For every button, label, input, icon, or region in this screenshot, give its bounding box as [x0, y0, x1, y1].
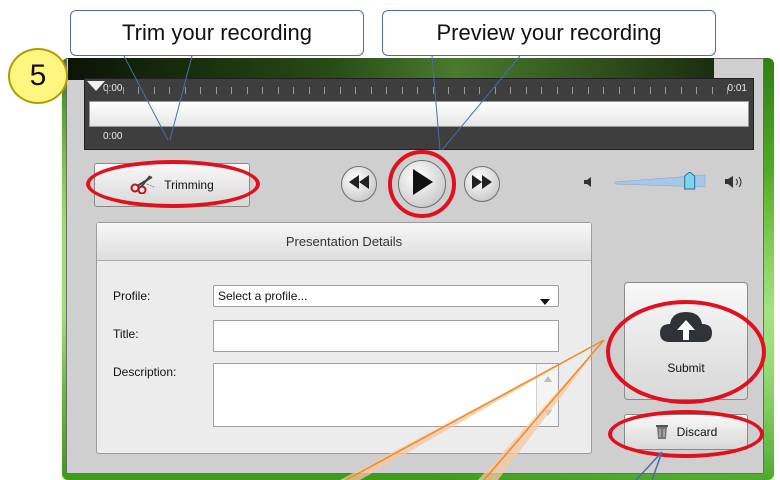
callout-preview-text: Preview your recording — [436, 20, 662, 45]
step-number-badge: 5 — [8, 48, 68, 104]
callout-trim-recording: Trim your recording — [70, 10, 364, 56]
callout-trim-text: Trim your recording — [122, 20, 312, 45]
annotation-lines — [123, 55, 663, 480]
callout-preview-recording: Preview your recording — [382, 10, 716, 56]
